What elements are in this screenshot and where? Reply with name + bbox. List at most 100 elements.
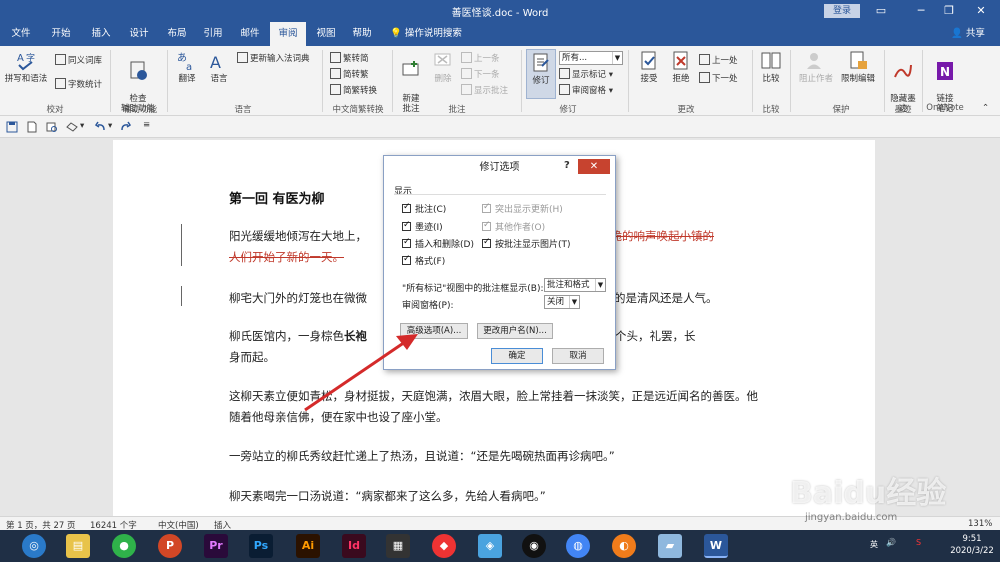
- ime-indicator[interactable]: 英: [870, 539, 878, 562]
- next-change-button[interactable]: 下一处: [699, 72, 738, 84]
- tab-design[interactable]: 设计: [122, 22, 156, 46]
- chevron-down-icon: ▼: [612, 52, 622, 64]
- minimize-icon[interactable]: ─: [906, 0, 936, 22]
- show-markup-button[interactable]: 显示标记 ▾: [559, 68, 613, 80]
- reject-button[interactable]: 拒绝: [666, 50, 696, 84]
- update-ime-dictionary-button[interactable]: 更新输入法词典: [237, 52, 310, 64]
- login-button[interactable]: 登录: [824, 4, 860, 18]
- close-icon[interactable]: ✕: [966, 0, 996, 22]
- illustrator-icon[interactable]: Ai: [296, 534, 320, 558]
- block-authors-button[interactable]: 阻止作者: [796, 50, 836, 84]
- translate-button[interactable]: あa 翻译: [172, 50, 202, 84]
- tab-mailings[interactable]: 邮件: [233, 22, 267, 46]
- help-icon[interactable]: ?: [564, 160, 570, 171]
- restore-icon[interactable]: ❐: [934, 0, 964, 22]
- checkbox-box: [402, 237, 411, 248]
- qq-icon[interactable]: ◉: [522, 534, 546, 558]
- app-icon[interactable]: ▰: [658, 534, 682, 558]
- app-icon[interactable]: ◈: [478, 534, 502, 558]
- tab-insert[interactable]: 插入: [84, 22, 118, 46]
- word-icon[interactable]: W: [704, 534, 728, 558]
- app-icon[interactable]: ◆: [432, 534, 456, 558]
- advanced-options-button[interactable]: 高级选项(A)...: [400, 323, 468, 339]
- tab-home[interactable]: 开始: [44, 22, 78, 46]
- tab-layout[interactable]: 布局: [160, 22, 194, 46]
- spelling-grammar-button[interactable]: A字 拼写和语法: [4, 50, 48, 84]
- tab-help[interactable]: 帮助: [345, 22, 379, 46]
- indesign-icon[interactable]: Id: [342, 534, 366, 558]
- group-separator: [521, 50, 522, 112]
- prev-change-button[interactable]: 上一处: [699, 54, 738, 66]
- accept-button[interactable]: 接受: [634, 50, 664, 84]
- browser-icon[interactable]: ◎: [22, 534, 46, 558]
- group-separator: [752, 50, 753, 112]
- app-icon[interactable]: ◐: [612, 534, 636, 558]
- delete-comment-button[interactable]: 删除: [428, 50, 458, 84]
- checkbox-other-authors[interactable]: 其他作者(O): [482, 220, 545, 233]
- clock[interactable]: 9:51 2020/3/22: [944, 533, 1000, 557]
- dialog-close-button[interactable]: ✕: [578, 159, 610, 174]
- tab-view[interactable]: 视图: [309, 22, 343, 46]
- wechat-icon[interactable]: ●: [112, 534, 136, 558]
- change-username-button[interactable]: 更改用户名(N)...: [477, 323, 553, 339]
- share-button[interactable]: 👤 共享: [951, 22, 985, 46]
- language-button[interactable]: A 语言: [204, 50, 234, 84]
- photoshop-icon[interactable]: Ps: [249, 534, 273, 558]
- chevron-down-icon[interactable]: ▾: [108, 121, 112, 131]
- deleted-text: 清脆的响声唤起小镇的: [599, 229, 714, 243]
- print-preview-icon[interactable]: [46, 121, 58, 133]
- save-icon[interactable]: [6, 121, 18, 133]
- cancel-button[interactable]: 取消: [552, 348, 604, 364]
- thesaurus-button[interactable]: 同义词库: [55, 54, 102, 66]
- prev-comment-button[interactable]: 上一条: [461, 52, 500, 64]
- checkbox-comments[interactable]: 批注(C): [402, 202, 446, 215]
- folder-icon[interactable]: ▤: [66, 534, 90, 558]
- to-traditional-button[interactable]: 简转繁: [330, 68, 369, 80]
- tell-me-search[interactable]: 💡 操作说明搜索: [390, 22, 462, 46]
- new-comment-button[interactable]: 新建 批注: [396, 50, 426, 114]
- checkbox-pictures-by-comments[interactable]: 按批注显示图片(T): [482, 237, 571, 250]
- touch-mode-icon[interactable]: [66, 121, 78, 133]
- zoom-level[interactable]: 131%: [968, 519, 992, 529]
- group-label-onenote: OneNote: [926, 103, 964, 113]
- checkbox-box: [482, 220, 491, 231]
- collapse-ribbon-icon[interactable]: ⌃: [982, 103, 989, 113]
- checkbox-formatting[interactable]: 格式(F): [402, 254, 445, 267]
- checkbox-ink[interactable]: 墨迹(I): [402, 220, 443, 233]
- book-icon: [55, 54, 66, 65]
- show-comments-button[interactable]: 显示批注: [461, 84, 508, 96]
- markup-select[interactable]: 所有... ▼: [559, 51, 623, 65]
- ribbon-display-icon[interactable]: ▭: [866, 0, 896, 22]
- sogou-icon[interactable]: S: [916, 538, 921, 562]
- restrict-editing-button[interactable]: 限制编辑: [838, 50, 878, 84]
- word-count-button[interactable]: 字数统计: [55, 78, 102, 90]
- premiere-icon[interactable]: Pr: [204, 534, 228, 558]
- volume-icon[interactable]: 🔊: [886, 538, 896, 562]
- checkbox-highlight-updates[interactable]: 突出显示更新(H): [482, 202, 563, 215]
- balloons-select[interactable]: 批注和格式 ▼: [544, 278, 606, 292]
- video-icon[interactable]: ▦: [386, 534, 410, 558]
- new-document-icon[interactable]: [26, 121, 38, 133]
- customize-toolbar-icon[interactable]: ≡: [143, 120, 150, 130]
- chinese-conversion-button[interactable]: 简繁转换: [330, 84, 377, 96]
- review-pane-select[interactable]: 关闭 ▼: [544, 295, 580, 309]
- compare-button[interactable]: 比较: [756, 50, 786, 84]
- tab-file[interactable]: 文件: [4, 22, 38, 46]
- group-label-chinese-conversion: 中文简繁转换: [332, 105, 384, 115]
- track-changes-button[interactable]: 修订: [526, 49, 556, 99]
- group-label-language: 语言: [234, 105, 252, 115]
- next-comment-button[interactable]: 下一条: [461, 68, 500, 80]
- chevron-down-icon[interactable]: ▾: [80, 121, 84, 131]
- review-pane-button[interactable]: 审阅窗格 ▾: [559, 84, 613, 96]
- undo-icon[interactable]: [94, 121, 106, 133]
- section-show-label: 显示: [394, 187, 413, 197]
- chrome-icon[interactable]: ◍: [566, 534, 590, 558]
- divider: [394, 194, 606, 195]
- to-simplified-button[interactable]: 繁转简: [330, 52, 369, 64]
- ok-button[interactable]: 确定: [491, 348, 543, 364]
- checkbox-insertions-deletions[interactable]: 插入和删除(D): [402, 237, 474, 250]
- tab-references[interactable]: 引用: [196, 22, 230, 46]
- tab-review[interactable]: 审阅: [270, 22, 306, 46]
- redo-icon[interactable]: [120, 121, 132, 133]
- powerpoint-icon[interactable]: P: [158, 534, 182, 558]
